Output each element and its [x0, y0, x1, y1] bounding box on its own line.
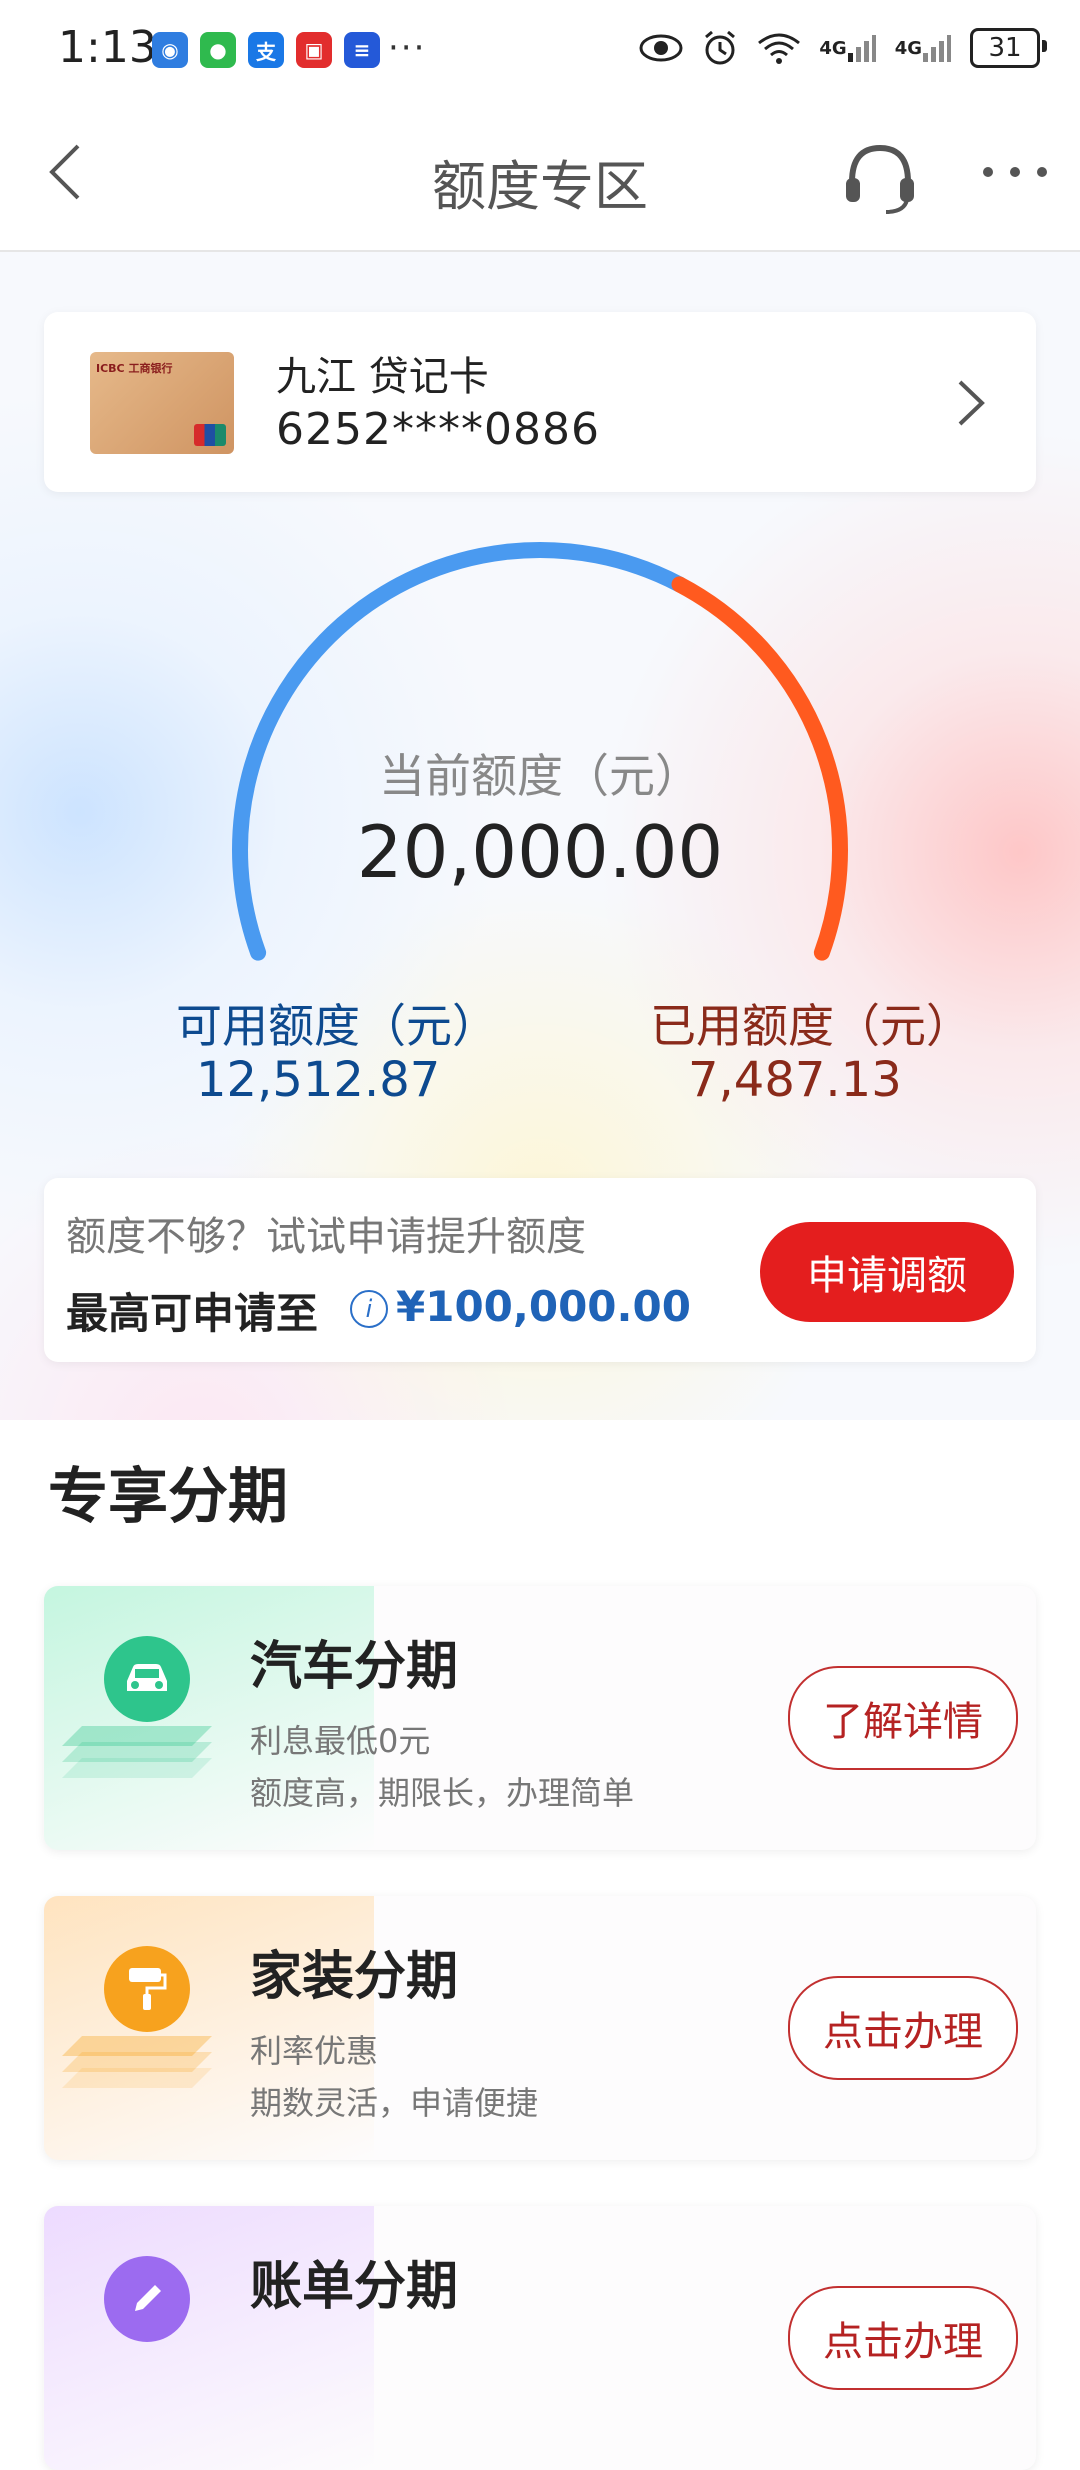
installment-description: 额度高，期限长，办理简单: [250, 1774, 635, 1812]
paint-roller-icon: [104, 1946, 190, 2032]
wifi-icon: [757, 26, 801, 70]
available-limit-value: 12,512.87: [196, 1052, 441, 1108]
used-limit-label: 已用额度（元）: [650, 999, 972, 1053]
signal-label-2: 4G: [894, 37, 922, 59]
installment-card-home[interactable]: 家装分期 利率优惠 期数灵活，申请便捷 点击办理: [44, 1896, 1036, 2160]
available-limit-label: 可用额度（元）: [176, 999, 498, 1053]
platform-stack: [62, 1726, 212, 1778]
platform-stack: [62, 2036, 212, 2088]
learn-more-button[interactable]: 了解详情: [788, 1666, 1018, 1770]
signal-icon-2: 4G: [895, 26, 952, 70]
installment-feature: 利率优惠: [250, 2032, 379, 2070]
eye-icon: [639, 26, 683, 70]
installment-title: 汽车分期: [250, 1637, 459, 1697]
card-selector[interactable]: ICBC 工商银行 九江 贷记卡 6252****0886: [44, 312, 1036, 492]
system-icons: 4G 4G 31: [639, 26, 1047, 70]
apply-limit-button[interactable]: 申请调额: [760, 1222, 1014, 1322]
current-limit-value: 20,000.00: [356, 810, 724, 894]
max-limit-amount: ¥100,000.00: [396, 1282, 691, 1331]
headset-icon: [846, 144, 914, 214]
customer-service-button[interactable]: [840, 138, 920, 218]
chevron-right-icon: [946, 368, 996, 438]
more-dots-icon: [983, 167, 1047, 177]
battery-icon: 31: [970, 28, 1047, 68]
signal-label: 4G: [819, 37, 847, 59]
more-options-button[interactable]: [980, 162, 1050, 192]
max-limit-label: 最高可申请至: [66, 1289, 319, 1338]
status-time: 1:13: [58, 22, 157, 73]
current-limit-label: 当前额度（元）: [379, 749, 701, 803]
car-icon: [104, 1636, 190, 1722]
card-number: 6252****0886: [276, 404, 600, 455]
wechat-icon: ●: [200, 32, 236, 68]
pencil-icon: [104, 2256, 190, 2342]
card-image: ICBC 工商银行: [90, 352, 234, 454]
unionpay-logo: [194, 424, 226, 446]
used-limit-value: 7,487.13: [688, 1052, 902, 1108]
installment-card-car[interactable]: 汽车分期 利息最低0元 额度高，期限长，办理简单 了解详情: [44, 1586, 1036, 1850]
bank-app-icon: ≡: [344, 32, 380, 68]
nav-bar: 额度专区: [0, 100, 1080, 252]
installment-card-bill[interactable]: 账单分期 点击办理: [44, 2206, 1036, 2470]
alarm-icon: [701, 26, 739, 70]
installment-feature: 利息最低0元: [250, 1722, 431, 1760]
app-notification-icon: ◉: [152, 32, 188, 68]
notification-icons: ◉ ● 支 ▣ ≡: [152, 32, 380, 68]
battery-level: 31: [988, 33, 1022, 63]
more-notifications-icon: ···: [388, 28, 427, 68]
signal-icon: 4G: [819, 26, 876, 70]
apply-now-button[interactable]: 点击办理: [788, 2286, 1018, 2390]
card-bank-mark: ICBC 工商银行: [96, 362, 173, 375]
installment-title: 账单分期: [250, 2257, 459, 2317]
info-icon[interactable]: i: [350, 1290, 388, 1328]
installment-description: 期数灵活，申请便捷: [250, 2084, 539, 2122]
installment-title: 家装分期: [250, 1947, 459, 2007]
section-title: 专享分期: [48, 1462, 288, 1532]
alipay-icon: 支: [248, 32, 284, 68]
limit-increase-hint: 额度不够？试试申请提升额度: [66, 1214, 586, 1260]
apply-now-button[interactable]: 点击办理: [788, 1976, 1018, 2080]
limit-increase-panel: 额度不够？试试申请提升额度 最高可申请至 i ¥100,000.00 申请调额: [44, 1178, 1036, 1362]
shopping-app-icon: ▣: [296, 32, 332, 68]
status-bar: 1:13 ◉ ● 支 ▣ ≡ ··· 4G 4G 31: [0, 0, 1080, 100]
card-name: 九江 贷记卡: [276, 354, 489, 400]
